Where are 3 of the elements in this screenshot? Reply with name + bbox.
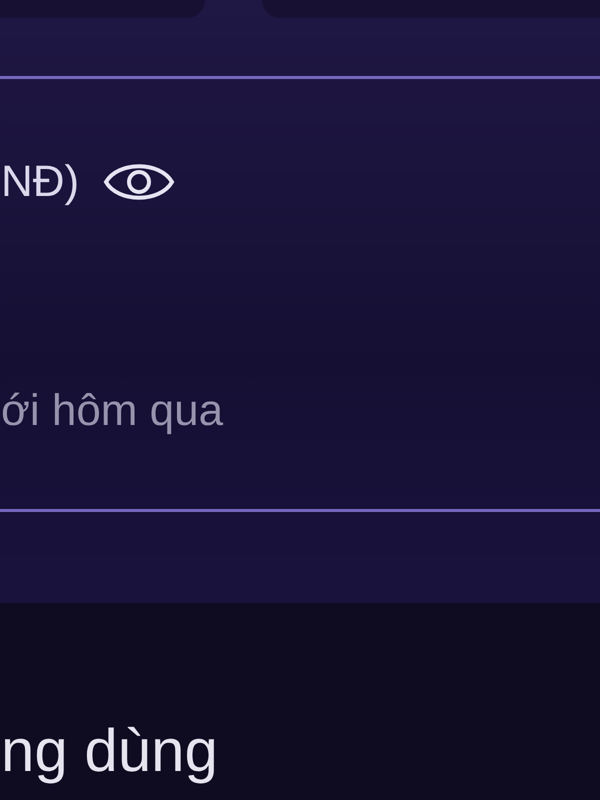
section-title: ng dùng — [1, 717, 218, 784]
balance-label: NĐ) — [1, 160, 80, 204]
comparison-text: ới hôm qua — [1, 389, 224, 433]
